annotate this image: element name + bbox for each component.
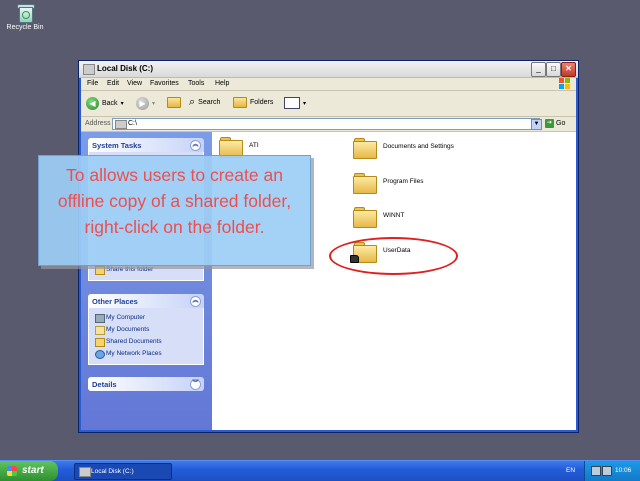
windows-flag-icon <box>7 466 17 476</box>
my-computer-link[interactable]: My Computer <box>89 312 203 324</box>
other-places-header[interactable]: Other Places ︽ <box>88 294 204 308</box>
forward-dropdown-icon: ▾ <box>152 101 156 107</box>
menu-edit[interactable]: Edit <box>107 80 119 87</box>
back-button[interactable]: ◀ Back ▾ <box>86 97 124 110</box>
collapse-chevron-icon[interactable]: ︽ <box>190 140 201 151</box>
go-label: Go <box>556 120 566 127</box>
folder-icon <box>219 137 243 158</box>
window-title: Local Disk (C:) <box>97 64 154 73</box>
folder-name: WINNT <box>383 212 405 219</box>
callout-text: To allows users to create an offline cop… <box>57 165 292 237</box>
search-icon: ⌕ <box>189 96 196 108</box>
maximize-button[interactable]: □ <box>546 62 561 77</box>
folder-icon <box>353 207 377 228</box>
address-value: C:\ <box>128 120 137 127</box>
windows-logo-icon <box>559 78 570 89</box>
folders-label: Folders <box>250 99 274 106</box>
my-computer-label: My Computer <box>106 314 146 321</box>
taskbar: start Local Disk (C:) EN 10:06 <box>0 460 640 481</box>
back-label: Back <box>102 100 118 107</box>
folder-name: Program Files <box>383 178 424 185</box>
my-documents-link[interactable]: My Documents <box>89 324 203 336</box>
clock[interactable]: 10:06 <box>615 467 631 474</box>
menu-bar: File Edit View Favorites Tools Help <box>81 78 576 91</box>
share-this-folder-label: Share this folder <box>106 266 154 273</box>
folder-icon <box>353 173 377 194</box>
menu-favorites[interactable]: Favorites <box>150 80 179 87</box>
forward-arrow-icon: ▶ <box>136 97 149 110</box>
highlight-circle <box>329 237 458 275</box>
start-label: start <box>22 465 44 476</box>
taskbar-button-label: Local Disk (C:) <box>91 468 134 475</box>
folder-icon <box>353 138 377 159</box>
title-bar[interactable]: Local Disk (C:) _ □ ✕ <box>79 61 578 78</box>
share-folder-icon <box>95 266 105 275</box>
recycle-bin-label: Recycle Bin <box>6 24 44 31</box>
shared-documents-link[interactable]: Shared Documents <box>89 336 203 348</box>
drive-small-icon <box>115 120 127 129</box>
shared-folder-icon <box>95 338 105 347</box>
details-panel: Details ︾ <box>88 377 204 391</box>
expand-chevron-icon[interactable]: ︾ <box>190 379 201 390</box>
other-places-title: Other Places <box>92 297 138 306</box>
my-network-places-link[interactable]: My Network Places <box>89 348 203 360</box>
folder-name: Documents and Settings <box>383 143 454 150</box>
menu-tools[interactable]: Tools <box>188 80 204 87</box>
menu-file[interactable]: File <box>87 80 98 87</box>
recycle-bin-icon <box>16 2 35 23</box>
views-dropdown-icon: ▾ <box>303 100 307 107</box>
folder-name: ATI <box>249 142 259 149</box>
minimize-button[interactable]: _ <box>531 62 546 77</box>
shared-documents-label: Shared Documents <box>106 338 162 345</box>
address-bar: Address C:\ ▼ ➜ Go <box>81 117 576 132</box>
language-indicator[interactable]: EN <box>566 467 575 474</box>
go-arrow-icon: ➜ <box>545 119 554 128</box>
network-tray-icon[interactable] <box>591 466 601 476</box>
instruction-callout: To allows users to create an offline cop… <box>38 155 311 266</box>
folders-button[interactable]: Folders <box>233 97 273 108</box>
up-folder-button[interactable] <box>167 97 181 108</box>
search-label: Search <box>198 98 221 106</box>
computer-icon <box>95 314 105 323</box>
system-tasks-header[interactable]: System Tasks ︽ <box>88 138 204 152</box>
drive-icon <box>79 467 91 477</box>
system-tasks-title: System Tasks <box>92 141 142 150</box>
up-folder-icon <box>167 97 181 108</box>
other-places-panel: Other Places ︽ My Computer My Documents … <box>88 294 204 365</box>
views-button[interactable]: ▾ <box>284 97 306 109</box>
documents-icon <box>95 326 105 335</box>
network-icon <box>95 350 105 359</box>
address-label: Address <box>85 120 111 127</box>
volume-tray-icon[interactable] <box>602 466 612 476</box>
details-title: Details <box>92 380 117 389</box>
folders-icon <box>233 97 247 108</box>
back-arrow-icon: ◀ <box>86 97 99 110</box>
recycle-bin-desktop-icon[interactable]: Recycle Bin <box>4 2 46 31</box>
address-dropdown-button[interactable]: ▼ <box>531 119 542 130</box>
menu-view[interactable]: View <box>127 80 142 87</box>
system-tray: 10:06 <box>584 461 640 481</box>
close-button[interactable]: ✕ <box>561 62 576 77</box>
forward-button[interactable]: ▶ ▾ <box>136 97 155 110</box>
back-dropdown-icon: ▾ <box>120 101 124 107</box>
search-button[interactable]: ⌕ Search <box>189 96 221 108</box>
my-documents-label: My Documents <box>106 326 150 333</box>
go-button[interactable]: ➜ Go <box>545 119 565 128</box>
my-network-places-label: My Network Places <box>106 350 162 357</box>
address-input[interactable]: C:\ <box>112 118 540 130</box>
toolbar: ◀ Back ▾ ▶ ▾ ⌕ Search Folders ▾ <box>81 91 576 117</box>
taskbar-button-local-disk[interactable]: Local Disk (C:) <box>74 463 172 480</box>
drive-icon <box>83 64 95 75</box>
menu-help[interactable]: Help <box>215 80 229 87</box>
views-icon <box>284 97 300 109</box>
collapse-chevron-icon[interactable]: ︽ <box>190 296 201 307</box>
start-button[interactable]: start <box>0 461 58 481</box>
details-header[interactable]: Details ︾ <box>88 377 204 391</box>
